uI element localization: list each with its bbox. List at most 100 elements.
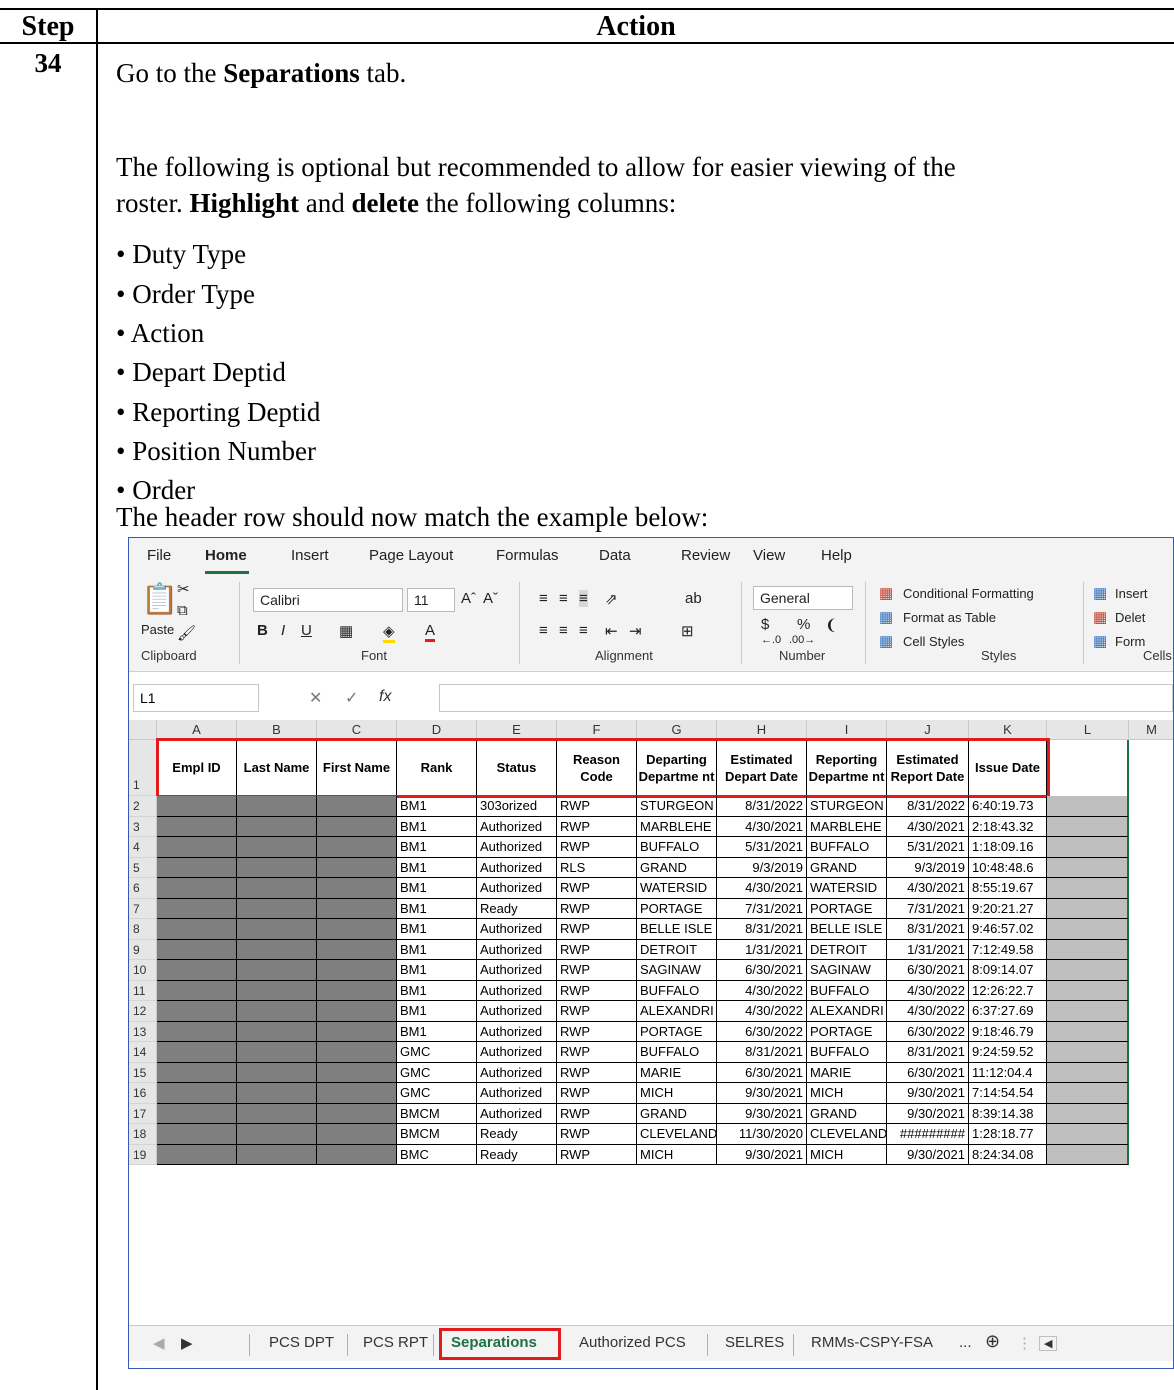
table-cell[interactable]: 4/30/2021 (887, 816, 969, 837)
table-cell[interactable]: 11:12:04.4 (969, 1062, 1047, 1083)
table-cell[interactable]: PORTAGE (637, 1021, 717, 1042)
format-cells-icon[interactable]: ▦ (1093, 632, 1107, 650)
align-left-icon[interactable]: ≡ (539, 622, 548, 639)
table-cell[interactable]: 4/30/2021 (887, 878, 969, 899)
table-cell[interactable]: BM1 (397, 837, 477, 858)
tab-splitter-icon[interactable]: ⋮ (1017, 1334, 1032, 1352)
table-cell[interactable]: SAGINAW (637, 960, 717, 981)
table-cell[interactable]: RWP (557, 1083, 637, 1104)
row-header[interactable]: 13 (129, 1021, 157, 1042)
row-header[interactable]: 7 (129, 898, 157, 919)
table-cell[interactable]: GMC (397, 1042, 477, 1063)
number-format-select[interactable]: General (753, 586, 853, 610)
font-color-icon[interactable]: A (425, 622, 436, 642)
table-cell[interactable]: 8:55:19.67 (969, 878, 1047, 899)
table-cell[interactable]: BM1 (397, 796, 477, 817)
table-cell[interactable]: Authorized (477, 878, 557, 899)
sheet-tab-rmms-cspy-fsa[interactable]: RMMs-CSPY-FSA (811, 1334, 933, 1351)
table-cell[interactable]: 2:18:43.32 (969, 816, 1047, 837)
column-header-c[interactable]: C (317, 720, 397, 740)
table-cell[interactable]: Authorized (477, 1103, 557, 1124)
table-cell[interactable]: BM1 (397, 980, 477, 1001)
table-cell[interactable]: GRAND (807, 857, 887, 878)
bottom-align-icon[interactable]: ≡ (579, 590, 588, 607)
column-header-d[interactable]: D (397, 720, 477, 740)
row-header[interactable]: 12 (129, 1001, 157, 1022)
column-header-e[interactable]: E (477, 720, 557, 740)
table-cell[interactable]: Authorized (477, 1083, 557, 1104)
column-header-l[interactable]: L (1047, 720, 1129, 740)
menu-page-layout[interactable]: Page Layout (369, 547, 453, 564)
selected-column-cell[interactable] (1047, 1001, 1129, 1022)
menu-home[interactable]: Home (205, 547, 247, 564)
row-header[interactable]: 2 (129, 796, 157, 817)
table-cell[interactable]: BMC (397, 1144, 477, 1165)
selected-column-cell[interactable] (1047, 878, 1129, 899)
selected-column-cell[interactable] (1047, 1103, 1129, 1124)
table-cell[interactable]: 1/31/2021 (887, 939, 969, 960)
cell-styles-button[interactable]: Cell Styles (903, 634, 964, 649)
table-cell[interactable]: 303orized (477, 796, 557, 817)
column-header-m[interactable]: M (1129, 720, 1173, 740)
merge-center-icon[interactable]: ⊞ (681, 622, 694, 640)
menu-file[interactable]: File (147, 547, 171, 564)
table-cell[interactable]: BELLE ISLE (637, 919, 717, 940)
table-cell[interactable]: 6/30/2021 (717, 960, 807, 981)
row-header[interactable]: 5 (129, 857, 157, 878)
table-cell[interactable]: MICH (637, 1144, 717, 1165)
top-align-icon[interactable]: ≡ (539, 590, 548, 607)
table-cell[interactable]: 1/31/2021 (717, 939, 807, 960)
selected-column-cell[interactable] (1047, 898, 1129, 919)
table-cell[interactable]: BMCM (397, 1103, 477, 1124)
table-cell[interactable]: RWP (557, 796, 637, 817)
table-cell[interactable]: RWP (557, 898, 637, 919)
column-header-b[interactable]: B (237, 720, 317, 740)
menu-review[interactable]: Review (681, 547, 730, 564)
selected-column-cell[interactable] (1047, 919, 1129, 940)
currency-icon[interactable]: $ (761, 616, 769, 633)
table-cell[interactable]: BM1 (397, 878, 477, 899)
table-cell[interactable]: 5/31/2021 (717, 837, 807, 858)
table-cell[interactable]: DETROIT (807, 939, 887, 960)
menu-help[interactable]: Help (821, 547, 852, 564)
formula-input[interactable] (439, 684, 1173, 712)
increase-decimal-icon[interactable]: ←.0 (761, 634, 781, 646)
scroll-tabs-right-icon[interactable]: ▶ (181, 1334, 193, 1352)
table-cell[interactable]: Authorized (477, 1001, 557, 1022)
table-cell[interactable]: 4/30/2022 (717, 1001, 807, 1022)
table-cell[interactable]: GMC (397, 1062, 477, 1083)
table-cell[interactable]: MARIE (637, 1062, 717, 1083)
table-cell[interactable]: 1:18:09.16 (969, 837, 1047, 858)
insert-function-icon[interactable]: fx (379, 688, 391, 706)
row-header[interactable]: 6 (129, 878, 157, 899)
column-header-g[interactable]: G (637, 720, 717, 740)
selected-column-cell[interactable] (1047, 837, 1129, 858)
table-cell[interactable]: 9/30/2021 (887, 1083, 969, 1104)
table-cell[interactable]: RWP (557, 1103, 637, 1124)
table-cell[interactable]: 4/30/2022 (887, 1001, 969, 1022)
table-cell[interactable]: GMC (397, 1083, 477, 1104)
table-cell[interactable]: BUFFALO (807, 837, 887, 858)
table-cell[interactable]: 6/30/2022 (717, 1021, 807, 1042)
borders-icon[interactable]: ▦ (339, 622, 353, 640)
sheet-tab-selres[interactable]: SELRES (725, 1334, 784, 1351)
table-cell[interactable]: STURGEON (807, 796, 887, 817)
selected-column-cell[interactable] (1047, 1144, 1129, 1165)
table-cell[interactable]: RWP (557, 816, 637, 837)
table-cell[interactable]: 8/31/2021 (717, 919, 807, 940)
sheet-tab-authorized-pcs[interactable]: Authorized PCS (579, 1334, 686, 1351)
table-cell[interactable]: 9/30/2021 (717, 1103, 807, 1124)
table-cell[interactable]: 9/30/2021 (887, 1103, 969, 1124)
table-cell[interactable]: Authorized (477, 816, 557, 837)
selected-column-cell[interactable] (1047, 980, 1129, 1001)
table-cell[interactable]: RWP (557, 878, 637, 899)
selected-column-cell[interactable] (1047, 816, 1129, 837)
comma-icon[interactable]: ❨ (825, 616, 838, 634)
table-cell[interactable]: 7/31/2021 (887, 898, 969, 919)
column-header-f[interactable]: F (557, 720, 637, 740)
row-header[interactable]: 18 (129, 1124, 157, 1145)
table-cell[interactable]: 8/31/2021 (887, 1042, 969, 1063)
table-cell[interactable]: 9/30/2021 (717, 1083, 807, 1104)
row-header[interactable]: 19 (129, 1144, 157, 1165)
table-cell[interactable]: 11/30/2020 (717, 1124, 807, 1145)
